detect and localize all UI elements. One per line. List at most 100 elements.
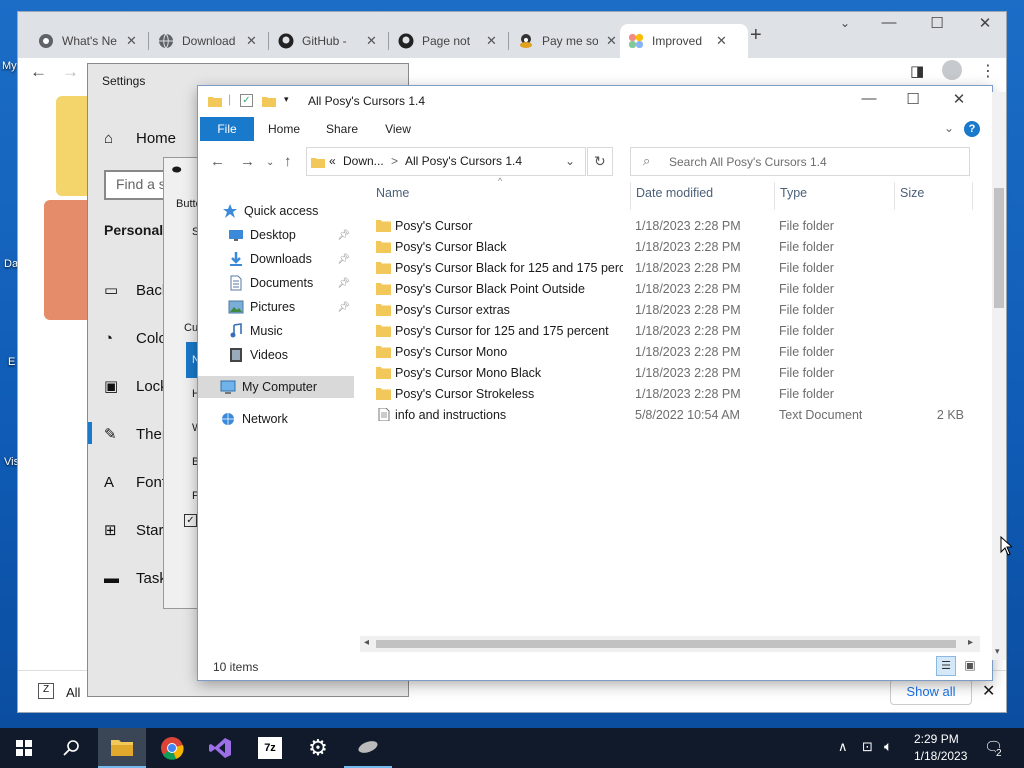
new-folder-icon[interactable] xyxy=(262,94,276,108)
nav-item[interactable]: Quick access xyxy=(198,200,356,222)
chevron-down-icon[interactable]: ⌄ xyxy=(944,121,954,135)
column-name[interactable]: Name xyxy=(376,186,409,200)
tab-home[interactable]: Home xyxy=(260,117,308,141)
nav-item[interactable]: Videos xyxy=(198,344,356,366)
clock-time[interactable]: 2:29 PM xyxy=(914,732,959,746)
chevron-down-icon[interactable]: ⌄ xyxy=(565,154,575,168)
refresh-button[interactable]: ↻ xyxy=(587,147,613,176)
chrome-tab[interactable]: GitHub - ✕ xyxy=(270,24,388,58)
chrome-tab[interactable]: Page not ✕ xyxy=(390,24,508,58)
file-row[interactable]: Posy's Cursor Mono 1/18/2023 2:28 PM File … xyxy=(374,342,974,363)
file-row[interactable]: Posy's Cursor Black for 125 and 175 perc… xyxy=(374,258,974,279)
chevron-down-icon[interactable]: ⌄ xyxy=(266,157,274,168)
checkbox-checked[interactable]: ✓ xyxy=(184,514,197,527)
chevron-up-icon[interactable]: ∧ xyxy=(838,739,848,755)
settings-item[interactable]: ◔ Colo xyxy=(104,326,167,350)
search-input[interactable]: Search All Posy's Cursors 1.4 xyxy=(669,155,827,169)
pin-icon[interactable]: 📌︎ xyxy=(337,302,350,313)
file-row[interactable]: Posy's Cursor Mono Black 1/18/2023 2:28 P… xyxy=(374,363,974,384)
file-row[interactable]: Posy's Cursor 1/18/2023 2:28 PM File folde… xyxy=(374,216,974,237)
settings-home[interactable]: ⌂ Home xyxy=(104,126,176,150)
file-row[interactable]: Posy's Cursor for 125 and 175 percent 1/1… xyxy=(374,321,974,342)
taskbar-chrome[interactable] xyxy=(148,728,196,768)
close-icon[interactable]: ✕ xyxy=(970,14,1000,32)
network-icon[interactable]: ⊡ xyxy=(862,739,873,755)
chevron-down-icon[interactable]: ▾ xyxy=(284,94,289,105)
desktop-icon-label[interactable]: E xyxy=(8,356,15,368)
close-icon[interactable]: ✕ xyxy=(246,33,257,49)
minimize-icon[interactable]: — xyxy=(854,90,884,107)
start-button[interactable] xyxy=(0,728,48,768)
desktop-icon-label[interactable]: My xyxy=(2,60,17,72)
settings-item[interactable]: ⊞ Start xyxy=(104,518,168,542)
side-panel-icon[interactable]: ◨ xyxy=(910,62,924,80)
avatar[interactable] xyxy=(942,60,962,80)
taskbar-visual-studio[interactable] xyxy=(196,728,244,768)
scroll-right-icon[interactable]: ▸ xyxy=(968,637,973,648)
horizontal-scrollbar[interactable]: ◂ ▸ xyxy=(360,636,980,652)
up-icon[interactable]: ↑ xyxy=(284,153,292,170)
chrome-tab[interactable]: What's Ne ✕ xyxy=(30,24,148,58)
address-bar[interactable]: « Down... > All Posy's Cursors 1.4 ⌄ xyxy=(306,147,586,176)
chrome-tab-active[interactable]: Improved ✕ xyxy=(620,24,748,58)
pin-icon[interactable]: 📌︎ xyxy=(337,254,350,265)
desktop-icon-label[interactable]: Da xyxy=(4,258,18,270)
close-icon[interactable]: ✕ xyxy=(486,33,497,49)
scroll-down-icon[interactable]: ▾ xyxy=(995,646,1000,657)
chrome-tab[interactable]: Download ✕ xyxy=(150,24,268,58)
clock-date[interactable]: 1/18/2023 xyxy=(914,749,967,763)
scroll-thumb[interactable] xyxy=(994,188,1004,308)
vertical-scrollbar[interactable]: ▾ xyxy=(992,92,1006,660)
pin-icon[interactable]: 📌︎ xyxy=(337,230,350,241)
pin-icon[interactable]: 📌︎ xyxy=(337,278,350,289)
properties-icon[interactable]: ✓ xyxy=(240,94,253,107)
minimize-icon[interactable]: — xyxy=(874,14,904,31)
taskbar-mouse[interactable] xyxy=(344,728,392,768)
settings-item[interactable]: ▣ Lock xyxy=(104,374,168,398)
new-tab-button[interactable]: + xyxy=(750,24,762,47)
desktop-icon-label[interactable]: Vis xyxy=(4,456,19,468)
file-row[interactable]: info and instructions 5/8/2022 10:54 AM Te… xyxy=(374,405,974,426)
breadcrumb-current[interactable]: All Posy's Cursors 1.4 xyxy=(405,154,522,168)
tab-search-icon[interactable]: ⌄ xyxy=(830,16,860,30)
show-all-button[interactable]: Show all xyxy=(890,679,972,705)
menu-icon[interactable]: ⋮ xyxy=(980,61,996,81)
tab-share[interactable]: Share xyxy=(318,117,366,141)
nav-item[interactable]: My Computer xyxy=(198,376,354,398)
forward-icon[interactable]: → xyxy=(62,62,79,82)
maximize-icon[interactable]: ☐ xyxy=(922,14,952,32)
details-view-icon[interactable]: ☰ xyxy=(936,656,956,676)
close-icon[interactable]: ✕ xyxy=(716,33,727,49)
file-row[interactable]: Posy's Cursor Black Point Outside 1/18/20… xyxy=(374,279,974,300)
chrome-tab[interactable]: Pay me so ✕ xyxy=(510,24,628,58)
search-box[interactable]: ⌕ Search All Posy's Cursors 1.4 xyxy=(630,147,970,176)
close-icon[interactable]: ✕ xyxy=(606,33,617,49)
scroll-left-icon[interactable]: ◂ xyxy=(364,637,369,648)
back-icon[interactable]: ← xyxy=(210,153,225,170)
search-button[interactable] xyxy=(48,728,96,768)
volume-icon[interactable]: 🔈︎ xyxy=(884,738,892,755)
nav-item[interactable]: Desktop 📌︎ xyxy=(198,224,356,246)
taskbar-7zip[interactable]: 7z xyxy=(246,728,294,768)
forward-icon[interactable]: → xyxy=(240,153,255,170)
scroll-thumb[interactable] xyxy=(376,640,956,648)
close-icon[interactable]: ✕ xyxy=(126,33,137,49)
column-size[interactable]: Size xyxy=(900,186,924,200)
nav-item[interactable]: Downloads 📌︎ xyxy=(198,248,356,270)
close-icon[interactable]: ✕ xyxy=(944,90,974,108)
tab-file[interactable]: File xyxy=(200,117,254,141)
taskbar-explorer[interactable] xyxy=(98,728,146,768)
nav-item[interactable]: Pictures 📌︎ xyxy=(198,296,356,318)
settings-item[interactable]: ▭ Back xyxy=(104,278,169,302)
file-row[interactable]: Posy's Cursor extras 1/18/2023 2:28 PM Fil… xyxy=(374,300,974,321)
close-icon[interactable]: ✕ xyxy=(366,33,377,49)
close-icon[interactable]: ✕ xyxy=(982,681,995,701)
nav-item[interactable]: Network xyxy=(198,408,356,430)
file-row[interactable]: Posy's Cursor Black 1/18/2023 2:28 PM File… xyxy=(374,237,974,258)
nav-item[interactable]: Music xyxy=(198,320,356,342)
large-icons-view-icon[interactable]: ▣ xyxy=(960,656,980,676)
help-icon[interactable]: ? xyxy=(964,121,980,137)
column-type[interactable]: Type xyxy=(780,186,807,200)
column-date[interactable]: Date modified xyxy=(636,186,713,200)
maximize-icon[interactable]: ☐ xyxy=(898,90,928,108)
